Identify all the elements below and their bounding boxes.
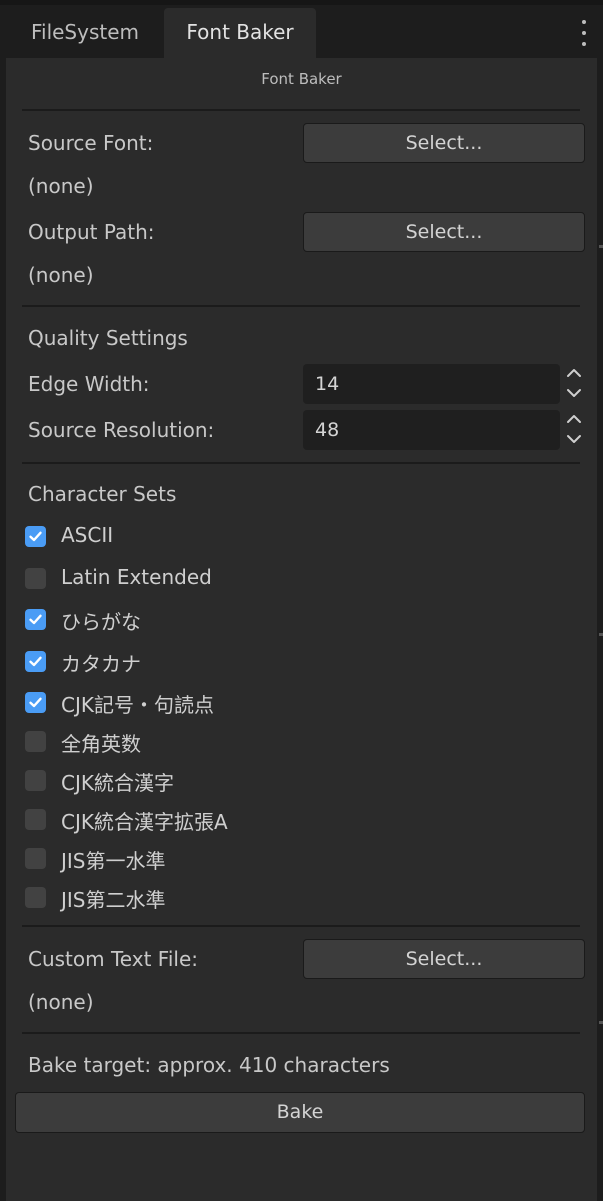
charset-option-label: JIS第二水準 [61,888,166,912]
dock-tab-bar: FileSystem Font Baker [0,0,603,58]
checkbox-unchecked-icon[interactable] [25,809,46,830]
charset-option-label: Latin Extended [61,565,212,589]
edge-marker [599,245,603,248]
source-resolution-label: Source Resolution: [28,418,215,442]
separator [22,109,580,111]
character-sets-heading: Character Sets [28,482,177,506]
edge-width-label: Edge Width: [28,372,150,396]
custom-text-file-select-button[interactable]: Select... [303,939,585,979]
checkbox-unchecked-icon[interactable] [25,731,46,752]
checkbox-checked-icon[interactable] [25,609,46,630]
charset-option-label: JIS第一水準 [61,849,166,873]
panel-edge [597,58,603,1201]
charset-option-label: CJK統合漢字拡張A [61,810,228,834]
checkbox-unchecked-icon[interactable] [25,848,46,869]
source-font-value: (none) [28,174,94,198]
top-strip [0,0,603,5]
charset-option-label: 全角英数 [61,732,141,756]
source-resolution-input[interactable]: 48 [303,410,560,450]
quality-settings-heading: Quality Settings [28,326,188,350]
output-path-select-button[interactable]: Select... [303,212,585,252]
charset-option-label: ひらがな [61,610,141,634]
edge-marker [599,633,603,636]
panel-title: Font Baker [261,70,342,88]
charset-option-label: CJK統合漢字 [61,771,174,795]
checkbox-unchecked-icon[interactable] [25,770,46,791]
charset-option-label: CJK記号・句読点 [61,693,214,717]
bake-target-status: Bake target: approx. 410 characters [28,1053,390,1077]
tab-filesystem[interactable]: FileSystem [10,8,160,58]
edge-width-spinner-arrows-icon[interactable] [563,364,585,404]
charset-option-label: ASCII [61,523,114,547]
bake-button[interactable]: Bake [15,1092,585,1133]
edge-width-input[interactable]: 14 [303,364,560,404]
tab-font-baker[interactable]: Font Baker [164,8,316,58]
vertical-dots-icon[interactable] [581,20,587,46]
source-font-select-button[interactable]: Select... [303,123,585,163]
custom-text-file-value: (none) [28,990,94,1014]
output-path-value: (none) [28,263,94,287]
output-path-label: Output Path: [28,220,155,244]
separator [22,462,580,464]
edge-marker [599,1021,603,1024]
charset-option-label: カタカナ [61,652,141,676]
source-resolution-spinner-arrows-icon[interactable] [563,410,585,450]
separator [22,925,580,927]
checkbox-checked-icon[interactable] [25,526,46,547]
custom-text-file-label: Custom Text File: [28,947,198,971]
checkbox-unchecked-icon[interactable] [25,887,46,908]
checkbox-checked-icon[interactable] [25,692,46,713]
checkbox-unchecked-icon[interactable] [25,568,46,589]
separator [22,305,580,307]
separator [22,1032,580,1034]
checkbox-checked-icon[interactable] [25,651,46,672]
source-font-label: Source Font: [28,131,154,155]
